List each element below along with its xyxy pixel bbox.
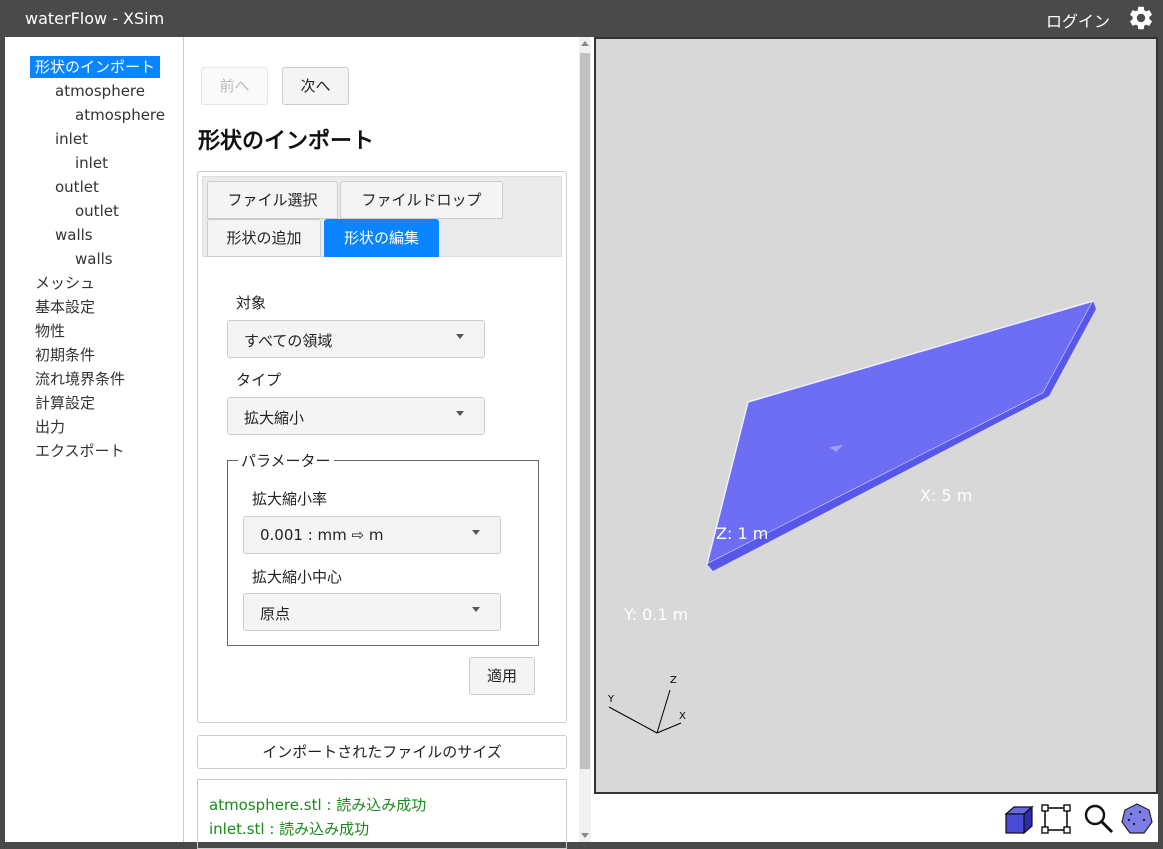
3d-viewport[interactable]: X: 5 m Y: 0.1 m Z: 1 m Y Z X: [594, 37, 1158, 794]
tree-item-atmosphere-child[interactable]: atmosphere: [75, 104, 165, 126]
viewport-toolbar: [594, 794, 1158, 842]
type-label: タイプ: [236, 371, 282, 389]
tree-item-inlet-child[interactable]: inlet: [75, 152, 108, 174]
tab-file-drop[interactable]: ファイルドロップ: [340, 181, 503, 219]
scale-center-label: 拡大縮小中心: [252, 568, 343, 586]
scroll-down-icon[interactable]: [581, 833, 589, 838]
x-axis-label: X: [679, 711, 686, 722]
scale-rate-select[interactable]: 0.001 : mm ⇨ m: [243, 516, 501, 554]
tree-item-output[interactable]: 出力: [35, 416, 65, 438]
tree-item-mesh[interactable]: メッシュ: [35, 272, 95, 294]
target-select-value: すべての領域: [244, 332, 333, 350]
tree-item-calc-settings[interactable]: 計算設定: [35, 392, 95, 414]
polyhedron-icon[interactable]: [1120, 802, 1154, 836]
z-dimension-label: Z: 1 m: [716, 524, 769, 543]
tree-item-walls[interactable]: walls: [55, 224, 93, 246]
next-button[interactable]: 次へ: [282, 67, 349, 105]
shape-render: [608, 300, 1096, 734]
log-line: atmosphere.stl : 読み込み成功: [209, 796, 427, 814]
import-card: ファイル選択 ファイルドロップ 形状の追加 形状の編集 対象 すべての領域 タイ…: [197, 171, 567, 723]
settings-panel: 前へ 次へ 形状のインポート ファイル選択 ファイルドロップ 形状の追加 形状の…: [184, 37, 579, 849]
tree-item-outlet-child[interactable]: outlet: [75, 200, 119, 222]
page-title: 形状のインポート: [198, 129, 375, 154]
tree-item-boundary-conditions[interactable]: 流れ境界条件: [35, 368, 125, 390]
type-select[interactable]: 拡大縮小: [227, 397, 485, 435]
tree-item-initial-conditions[interactable]: 初期条件: [35, 344, 95, 366]
tree-item-properties[interactable]: 物性: [35, 320, 65, 342]
log-line: inlet.stl : 読み込み成功: [209, 820, 370, 838]
gear-icon[interactable]: [1127, 4, 1155, 32]
login-link[interactable]: ログイン: [1046, 8, 1110, 32]
app-frame: 形状のインポート atmosphere atmosphere inlet inl…: [5, 37, 1158, 849]
tab-edit-shape[interactable]: 形状の編集: [324, 219, 439, 257]
fit-bounds-icon[interactable]: [1039, 802, 1073, 836]
tab-bar: ファイル選択 ファイルドロップ 形状の追加 形状の編集: [202, 176, 562, 257]
tree-item-export[interactable]: エクスポート: [35, 440, 125, 462]
z-axis-line: [656, 689, 671, 734]
parameter-legend: パラメーター: [238, 450, 334, 471]
z-axis-label: Z: [670, 675, 677, 686]
target-label: 対象: [236, 294, 267, 312]
x-dimension-label: X: 5 m: [920, 486, 973, 505]
tree-item-basic-settings[interactable]: 基本設定: [35, 296, 95, 318]
prev-button[interactable]: 前へ: [201, 67, 268, 105]
tree-item-walls-child[interactable]: walls: [75, 248, 113, 270]
zoom-icon[interactable]: [1082, 802, 1116, 836]
tab-file-select[interactable]: ファイル選択: [207, 181, 338, 219]
tree-item-atmosphere[interactable]: atmosphere: [55, 80, 145, 102]
scroll-up-icon[interactable]: [581, 41, 589, 46]
scroll-thumb[interactable]: [580, 53, 590, 769]
app-title: waterFlow - XSim: [25, 9, 165, 28]
scale-rate-value: 0.001 : mm ⇨ m: [260, 526, 384, 544]
y-axis-label: Y: [608, 694, 615, 705]
import-log: atmosphere.stl : 読み込み成功 inlet.stl : 読み込み…: [197, 779, 567, 849]
parameter-group: パラメーター 拡大縮小率 0.001 : mm ⇨ m 拡大縮小中心 原点: [227, 450, 539, 646]
y-dimension-label: Y: 0.1 m: [624, 605, 689, 624]
tree-item-import[interactable]: 形状のインポート: [30, 56, 161, 78]
scale-rate-label: 拡大縮小率: [252, 490, 328, 508]
apply-button[interactable]: 適用: [469, 657, 535, 695]
chevron-down-icon: [472, 607, 480, 612]
type-select-value: 拡大縮小: [244, 409, 305, 427]
tree-item-outlet[interactable]: outlet: [55, 176, 99, 198]
imported-size-button[interactable]: インポートされたファイルのサイズ: [197, 735, 567, 769]
chevron-down-icon: [456, 411, 464, 416]
chevron-down-icon: [472, 530, 480, 535]
scale-center-select[interactable]: 原点: [243, 593, 501, 631]
step-tree: 形状のインポート atmosphere atmosphere inlet inl…: [5, 37, 184, 842]
tree-item-inlet[interactable]: inlet: [55, 128, 88, 150]
chevron-down-icon: [456, 334, 464, 339]
y-axis-line: [608, 706, 658, 734]
scale-center-value: 原点: [260, 605, 291, 623]
title-bar: waterFlow - XSim ログイン: [0, 0, 1163, 37]
x-axis-line: [656, 722, 682, 734]
cube-view-icon[interactable]: [1002, 802, 1036, 836]
panel-scrollbar[interactable]: [579, 37, 591, 842]
tab-add-shape[interactable]: 形状の追加: [207, 219, 321, 257]
target-select[interactable]: すべての領域: [227, 320, 485, 358]
